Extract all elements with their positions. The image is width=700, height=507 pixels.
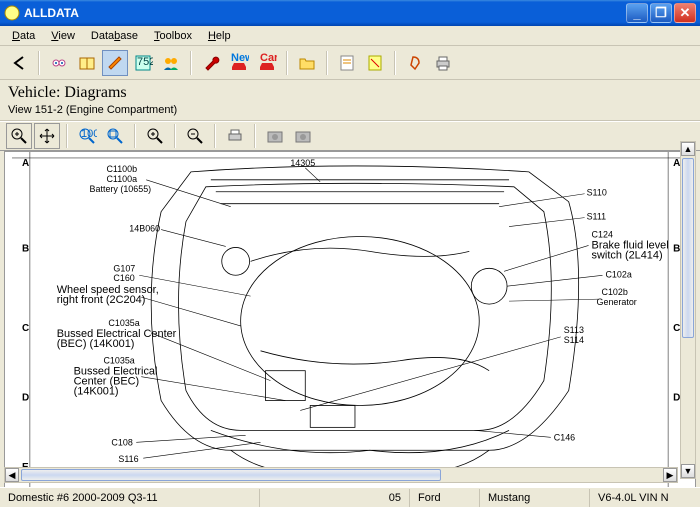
callout-wheelspeed: Wheel speed sensor, right front (2C204) — [57, 284, 241, 326]
zoom-100-icon[interactable]: 100 — [74, 123, 100, 149]
callout-c102b-gen: C102b Generator — [509, 287, 637, 307]
callout-s113-s114: S113 S114 — [300, 325, 584, 411]
doc-7520-icon[interactable]: 7520 — [130, 50, 156, 76]
svg-text:C124: C124 — [592, 229, 613, 239]
scroll-down-button[interactable]: ▼ — [681, 464, 695, 478]
svg-text:right front (2C204): right front (2C204) — [57, 294, 146, 306]
svg-text:14305: 14305 — [290, 158, 315, 168]
svg-text:S116: S116 — [118, 454, 138, 464]
status-year: 05 — [260, 489, 410, 507]
book-icon[interactable] — [74, 50, 100, 76]
move-icon[interactable] — [34, 123, 60, 149]
callout-c146: C146 — [474, 430, 575, 442]
svg-text:C102b: C102b — [602, 287, 628, 297]
print-icon[interactable] — [430, 50, 456, 76]
menu-database[interactable]: Database — [85, 28, 144, 44]
menu-help[interactable]: Help — [202, 28, 237, 44]
scroll-thumb-h[interactable] — [21, 469, 441, 481]
zoom-plus-icon[interactable] — [142, 123, 168, 149]
close-button[interactable]: ✕ — [674, 3, 696, 23]
svg-text:switch (2L414): switch (2L414) — [592, 249, 663, 261]
zoom-fit-icon[interactable] — [102, 123, 128, 149]
form-icon[interactable] — [334, 50, 360, 76]
vertical-scrollbar[interactable]: ▲ ▼ — [680, 141, 696, 479]
svg-text:Battery (10655): Battery (10655) — [90, 184, 152, 194]
app-icon — [4, 5, 20, 21]
svg-text:S111: S111 — [587, 212, 607, 222]
back-button[interactable] — [6, 50, 32, 76]
menu-toolbox[interactable]: Toolbox — [148, 28, 198, 44]
menubar: Data View Database Toolbox Help — [0, 26, 700, 46]
scroll-thumb-v[interactable] — [682, 158, 694, 338]
status-engine: V6-4.0L VIN N — [590, 489, 700, 507]
svg-text:7520: 7520 — [137, 56, 153, 68]
zoom-in-icon[interactable] — [6, 123, 32, 149]
callout-c102a: C102a — [507, 269, 632, 286]
diagram-viewport[interactable]: A B C D E A B C D C1100b C1100a Battery … — [4, 151, 696, 489]
svg-text:G107: G107 — [113, 263, 135, 273]
eyes-icon[interactable] — [46, 50, 72, 76]
menu-view[interactable]: View — [45, 28, 81, 44]
ruler-b-left: B — [22, 243, 29, 254]
menu-data[interactable]: Data — [6, 28, 41, 44]
svg-text:(14K001): (14K001) — [74, 386, 119, 398]
note-icon[interactable] — [362, 50, 388, 76]
view-subtitle: View 151-2 (Engine Compartment) — [8, 104, 692, 116]
svg-text:C146: C146 — [554, 432, 575, 442]
ruler-d-left: D — [22, 393, 29, 404]
svg-text:New: New — [231, 53, 249, 64]
vehicle-title: Vehicle: Diagrams — [8, 84, 692, 102]
svg-text:C102a: C102a — [605, 269, 631, 279]
callout-s110-s111: S110 S111 — [499, 188, 607, 227]
ruler-c-left: C — [22, 323, 29, 334]
scroll-right-button[interactable]: ▶ — [663, 468, 677, 482]
horizontal-scrollbar[interactable]: ◀ ▶ — [4, 467, 678, 483]
callout-c124-brake: C124 Brake fluid level switch (2L414) — [504, 229, 669, 271]
zoom-out-icon[interactable] — [182, 123, 208, 149]
camera2-icon[interactable] — [290, 123, 316, 149]
callout-14b060: 14B060 — [129, 224, 225, 247]
engine-diagram — [151, 166, 578, 473]
callout-14305: 14305 — [290, 158, 320, 182]
scroll-up-button[interactable]: ▲ — [681, 142, 695, 156]
svg-text:C108: C108 — [111, 437, 132, 447]
info-panel: Vehicle: Diagrams View 151-2 (Engine Com… — [0, 80, 700, 121]
status-make: Ford — [410, 489, 480, 507]
minimize-button[interactable]: _ — [626, 3, 648, 23]
svg-text:Generator: Generator — [597, 297, 637, 307]
scroll-left-button[interactable]: ◀ — [5, 468, 19, 482]
window-title: ALLDATA — [24, 6, 626, 20]
svg-text:S110: S110 — [587, 188, 607, 198]
new-car-icon[interactable]: New — [226, 50, 252, 76]
folder-icon[interactable] — [294, 50, 320, 76]
car-icon[interactable]: Car — [254, 50, 280, 76]
ruler-a-left: A — [22, 158, 29, 169]
wrench-icon[interactable] — [198, 50, 224, 76]
svg-text:C1100a: C1100a — [106, 174, 137, 184]
window-titlebar: ALLDATA _ ❐ ✕ — [0, 0, 700, 26]
main-toolbar: 7520 New Car — [0, 46, 700, 80]
status-domestic: Domestic #6 2000-2009 Q3-11 — [0, 489, 260, 507]
diagram-toolbar: 100 — [0, 121, 700, 151]
camera1-icon[interactable] — [262, 123, 288, 149]
tool-icon[interactable] — [402, 50, 428, 76]
svg-text:S114: S114 — [564, 335, 584, 345]
svg-text:14B060: 14B060 — [129, 224, 160, 234]
callout-c1035a-bec2: C1035a Bussed Electrical Center (BEC) (1… — [74, 356, 286, 401]
people-icon[interactable] — [158, 50, 184, 76]
paint-icon[interactable] — [102, 50, 128, 76]
svg-text:C1035a: C1035a — [103, 356, 134, 366]
svg-text:C1100b: C1100b — [106, 164, 137, 174]
svg-text:S113: S113 — [564, 325, 584, 335]
status-model: Mustang — [480, 489, 590, 507]
print2-icon[interactable] — [222, 123, 248, 149]
maximize-button[interactable]: ❐ — [650, 3, 672, 23]
svg-text:(BEC) (14K001): (BEC) (14K001) — [57, 338, 135, 350]
svg-text:Car: Car — [260, 53, 277, 64]
statusbar: Domestic #6 2000-2009 Q3-11 05 Ford Must… — [0, 487, 700, 507]
svg-text:C160: C160 — [113, 273, 134, 283]
svg-text:C1035a: C1035a — [108, 318, 139, 328]
